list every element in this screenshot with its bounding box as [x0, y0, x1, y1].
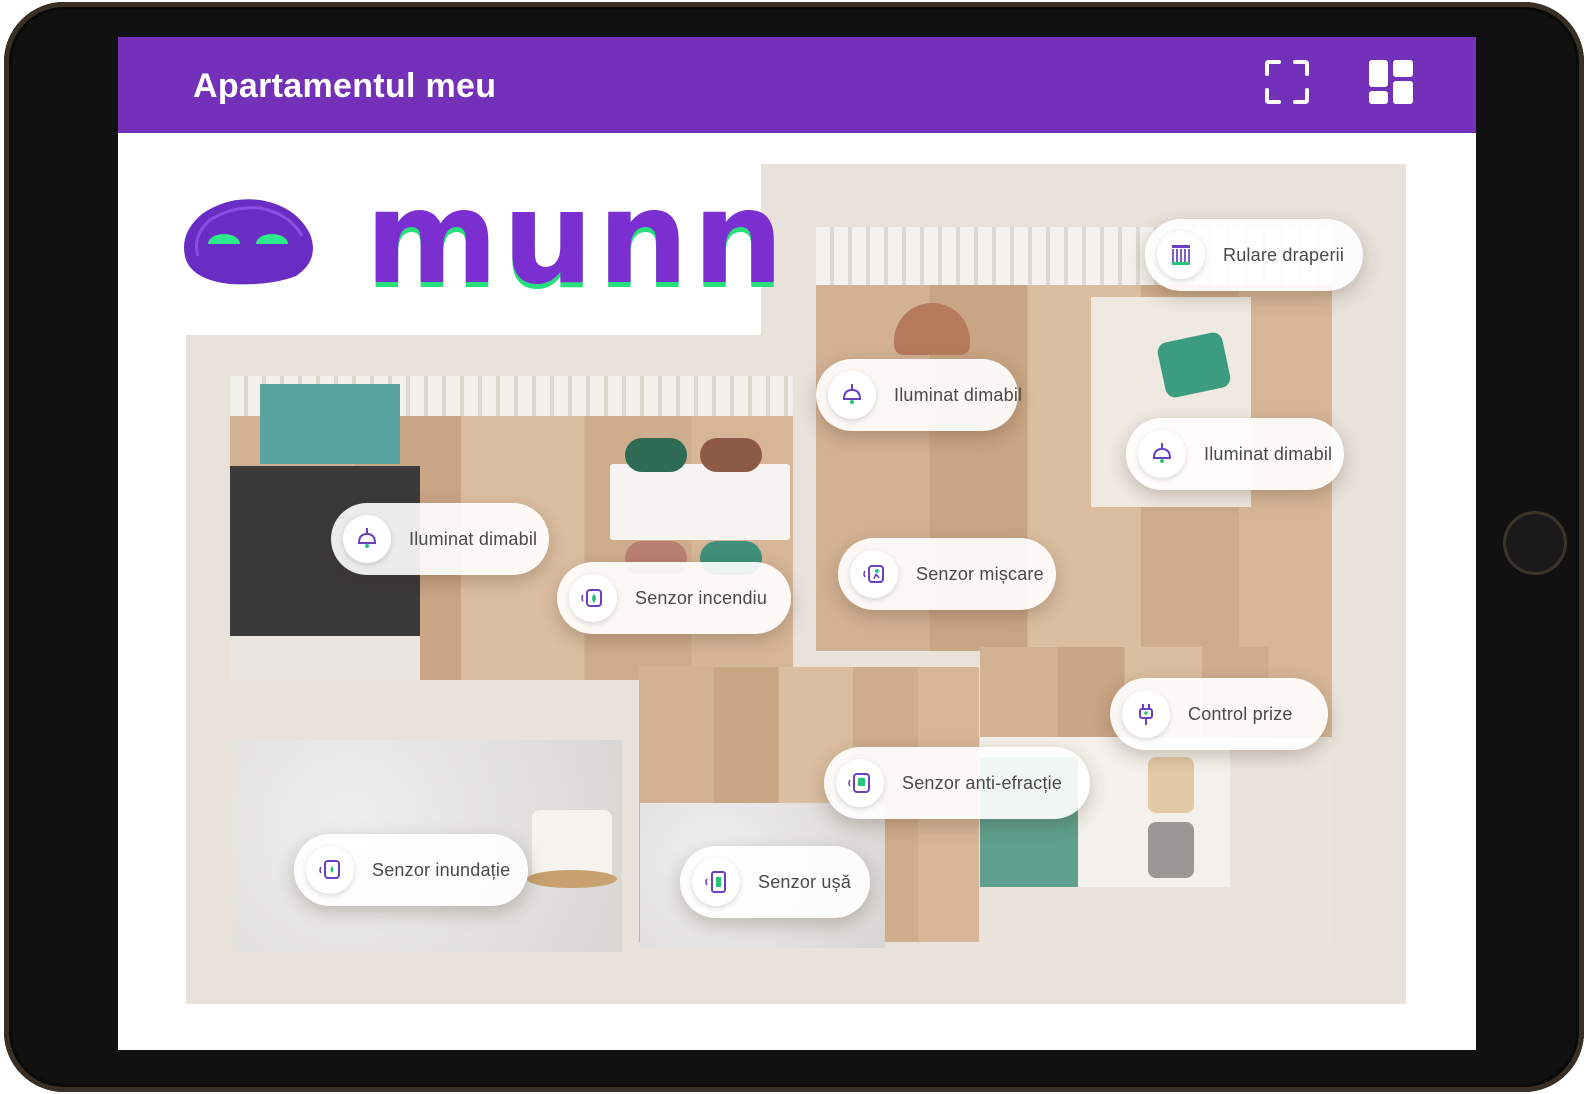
fire-sensor-icon — [569, 574, 617, 622]
plug-icon — [1122, 690, 1170, 738]
armchair — [894, 303, 970, 355]
device-label: Iluminat dimabil — [894, 384, 1023, 405]
device-senzor-inundatie[interactable]: Senzor inundație — [294, 834, 528, 906]
kitchen-floor-edge — [230, 636, 420, 680]
device-rulare-draperii[interactable]: Rulare draperii — [1145, 219, 1363, 291]
device-senzor-anti-efractie[interactable]: Senzor anti-efracție — [824, 747, 1090, 819]
robot-face-icon — [184, 199, 313, 285]
brand-logo: munn — [365, 164, 788, 313]
glass-break-sensor-icon — [836, 759, 884, 807]
device-senzor-incendiu[interactable]: Senzor incendiu — [557, 562, 791, 634]
page-title: Apartamentul meu — [193, 67, 497, 105]
device-label: Iluminat dimabil — [1204, 443, 1333, 464]
device-label: Senzor mișcare — [916, 563, 1044, 584]
flood-sensor-icon — [306, 846, 354, 894]
ceiling-lamp-icon — [1138, 430, 1186, 478]
kitchen-cabinets — [260, 384, 400, 464]
dining-chair — [700, 438, 762, 472]
door-sensor-icon — [692, 858, 740, 906]
bath-mat — [527, 870, 617, 888]
device-label: Senzor anti-efracție — [902, 772, 1063, 793]
pillow — [1148, 822, 1194, 878]
dining-chair — [625, 438, 687, 472]
ceiling-lamp-icon — [343, 515, 391, 563]
header-bar: Apartamentul meu — [118, 37, 1476, 133]
device-label: Rulare draperii — [1223, 244, 1345, 265]
dashboard-grid-icon[interactable] — [1368, 59, 1414, 105]
device-label: Iluminat dimabil — [409, 528, 538, 549]
device-iluminat-dimabil-bedroom[interactable]: Iluminat dimabil — [1126, 418, 1344, 490]
fullscreen-icon[interactable] — [1264, 59, 1310, 105]
dining-table — [610, 464, 790, 540]
device-label: Senzor ușă — [758, 871, 852, 892]
device-label: Senzor incendiu — [635, 587, 768, 608]
home-button[interactable] — [1503, 511, 1567, 575]
pillow — [1148, 757, 1194, 813]
app-screen: Apartamentul meu munn Rulare draperii Il… — [118, 37, 1476, 1050]
device-iluminat-dimabil-kitchen[interactable]: Iluminat dimabil — [331, 503, 549, 575]
device-control-prize[interactable]: Control prize — [1110, 678, 1328, 750]
device-senzor-miscare[interactable]: Senzor mișcare — [838, 538, 1056, 610]
motion-sensor-icon — [850, 550, 898, 598]
device-label: Control prize — [1188, 703, 1293, 724]
ceiling-lamp-icon — [828, 371, 876, 419]
device-iluminat-dimabil-living[interactable]: Iluminat dimabil — [816, 359, 1022, 431]
device-label: Senzor inundație — [372, 859, 511, 880]
curtain-icon — [1157, 231, 1205, 279]
device-senzor-usa[interactable]: Senzor ușă — [680, 846, 870, 918]
